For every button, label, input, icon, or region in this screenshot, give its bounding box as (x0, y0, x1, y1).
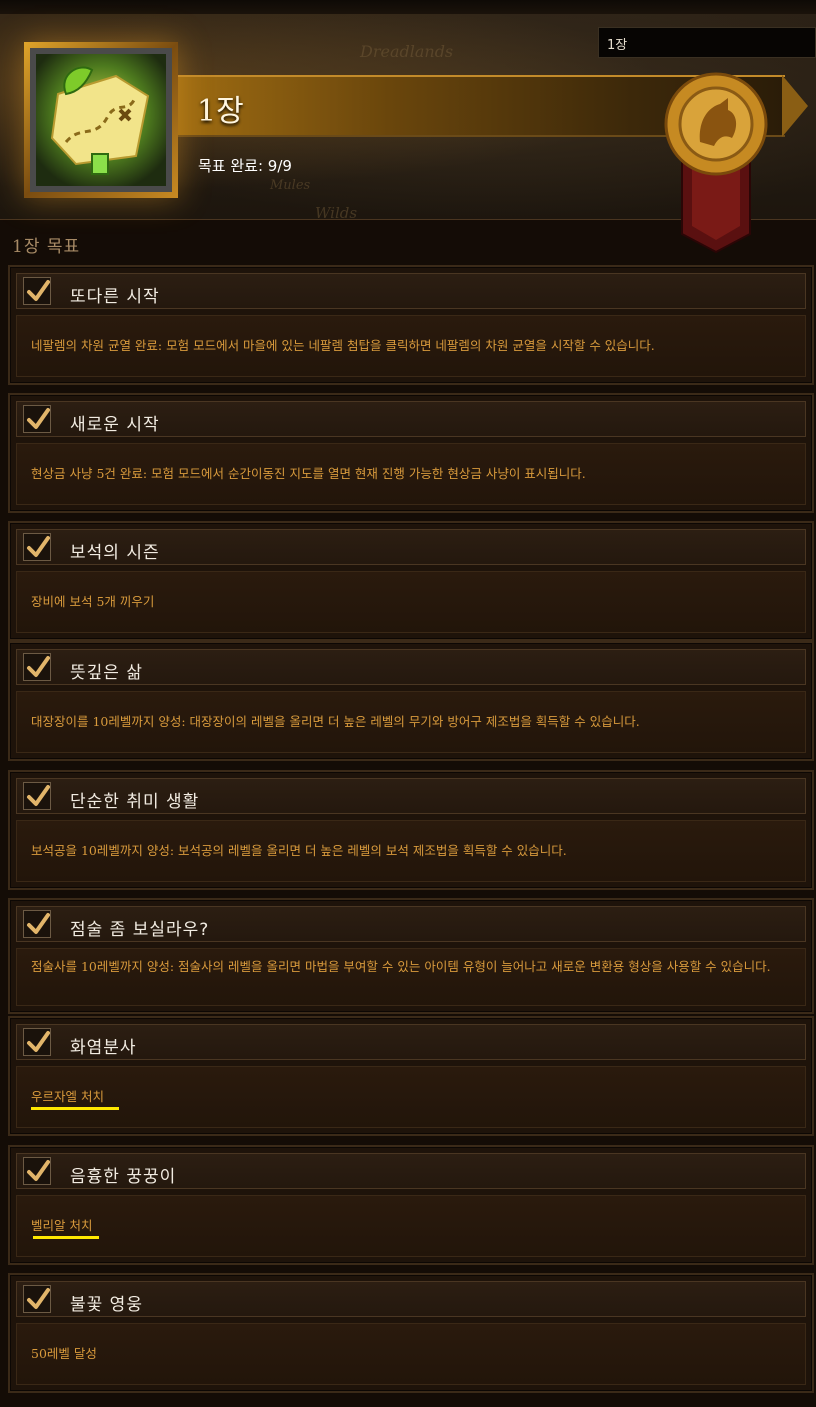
top-border (0, 0, 816, 15)
objective-card: 단순한 취미 생활 보석공을 10레벨까지 양성: 보석공의 레벨을 올리면 더… (8, 770, 814, 890)
objective-title: 음흉한 꿍꿍이 (70, 1167, 177, 1187)
objective-card: 또다른 시작 네팔렘의 차원 균열 완료: 모험 모드에서 마을에 있는 네팔렘… (8, 265, 814, 385)
objective-title: 불꽃 영웅 (70, 1295, 143, 1315)
objective-card: 화염분사 우르자엘 처치 (8, 1016, 814, 1136)
map-label: Mules (270, 178, 311, 193)
section-title: 1장 목표 (12, 237, 81, 257)
highlight-underline (31, 1107, 119, 1110)
checkmark-icon (23, 533, 51, 561)
objective-card: 새로운 시작 현상금 사냥 5건 완료: 모험 모드에서 순간이동진 지도를 열… (8, 393, 814, 513)
chapter-icon (24, 42, 178, 198)
map-label: Wilds (315, 204, 358, 222)
treasure-map-icon (30, 48, 172, 192)
objective-description: 보석공을 10레벨까지 양성: 보석공의 레벨을 올리면 더 높은 레벨의 보석… (31, 843, 567, 858)
objective-card: 음흉한 꿍꿍이 벨리알 처치 (8, 1145, 814, 1265)
checkmark-icon (23, 910, 51, 938)
objective-description: 네팔렘의 차원 균열 완료: 모험 모드에서 마을에 있는 네팔렘 첨탑을 클릭… (31, 338, 655, 353)
objective-body: 보석공을 10레벨까지 양성: 보석공의 레벨을 올리면 더 높은 레벨의 보석… (16, 820, 806, 882)
objective-header: 음흉한 꿍꿍이 (16, 1153, 806, 1189)
objective-card: 보석의 시즌 장비에 보석 5개 끼우기 (8, 521, 814, 641)
map-label: Dreadlands (360, 42, 454, 61)
objective-body: 50레벨 달성 (16, 1323, 806, 1385)
objective-body: 네팔렘의 차원 균열 완료: 모험 모드에서 마을에 있는 네팔렘 첨탑을 클릭… (16, 315, 806, 377)
objective-title: 화염분사 (70, 1038, 137, 1058)
objective-description: 점술사를 10레벨까지 양성: 점술사의 레벨을 올리면 마법을 부여할 수 있… (31, 959, 771, 974)
objective-card: 불꽃 영웅 50레벨 달성 (8, 1273, 814, 1393)
checkmark-icon (23, 277, 51, 305)
checkmark-icon (23, 405, 51, 433)
search-input[interactable]: 1장 (598, 27, 816, 58)
wolf-medal-icon (664, 72, 768, 254)
objective-title: 뜻깊은 삶 (70, 663, 143, 683)
checkmark-icon (23, 1285, 51, 1313)
objective-description: 대장장이를 10레벨까지 양성: 대장장이의 레벨을 올리면 더 높은 레벨의 … (31, 714, 640, 729)
objective-body: 점술사를 10레벨까지 양성: 점술사의 레벨을 올리면 마법을 부여할 수 있… (16, 948, 806, 1006)
objective-header: 불꽃 영웅 (16, 1281, 806, 1317)
objective-header: 점술 좀 보실라우? (16, 906, 806, 942)
objective-body: 벨리알 처치 (16, 1195, 806, 1257)
highlight-underline (33, 1236, 99, 1239)
objective-body: 우르자엘 처치 (16, 1066, 806, 1128)
objective-header: 단순한 취미 생활 (16, 778, 806, 814)
objective-description: 우르자엘 처치 (31, 1089, 104, 1104)
objective-title: 점술 좀 보실라우? (70, 920, 210, 940)
objective-title: 단순한 취미 생활 (70, 792, 200, 812)
checkmark-icon (23, 1028, 51, 1056)
objective-body: 대장장이를 10레벨까지 양성: 대장장이의 레벨을 올리면 더 높은 레벨의 … (16, 691, 806, 753)
objective-card: 뜻깊은 삶 대장장이를 10레벨까지 양성: 대장장이의 레벨을 올리면 더 높… (8, 641, 814, 761)
objective-header: 뜻깊은 삶 (16, 649, 806, 685)
objective-title: 새로운 시작 (70, 415, 160, 435)
checkmark-icon (23, 782, 51, 810)
objective-description: 장비에 보석 5개 끼우기 (31, 594, 155, 609)
objective-title: 또다른 시작 (70, 287, 160, 307)
objective-body: 장비에 보석 5개 끼우기 (16, 571, 806, 633)
checkmark-icon (23, 653, 51, 681)
banner-arrow (782, 75, 808, 137)
objective-description: 벨리알 처치 (31, 1218, 93, 1233)
objective-header: 새로운 시작 (16, 401, 806, 437)
chapter-title: 1장 (197, 94, 244, 129)
objective-card: 점술 좀 보실라우? 점술사를 10레벨까지 양성: 점술사의 레벨을 올리면 … (8, 898, 814, 1014)
objectives-progress: 목표 완료: 9/9 (198, 157, 292, 175)
checkmark-icon (23, 1157, 51, 1185)
objective-header: 보석의 시즌 (16, 529, 806, 565)
objective-header: 화염분사 (16, 1024, 806, 1060)
objective-description: 50레벨 달성 (31, 1346, 97, 1361)
objective-description: 현상금 사냥 5건 완료: 모험 모드에서 순간이동진 지도를 열면 현재 진행… (31, 466, 586, 481)
objective-body: 현상금 사냥 5건 완료: 모험 모드에서 순간이동진 지도를 열면 현재 진행… (16, 443, 806, 505)
objective-header: 또다른 시작 (16, 273, 806, 309)
objective-title: 보석의 시즌 (70, 543, 160, 563)
